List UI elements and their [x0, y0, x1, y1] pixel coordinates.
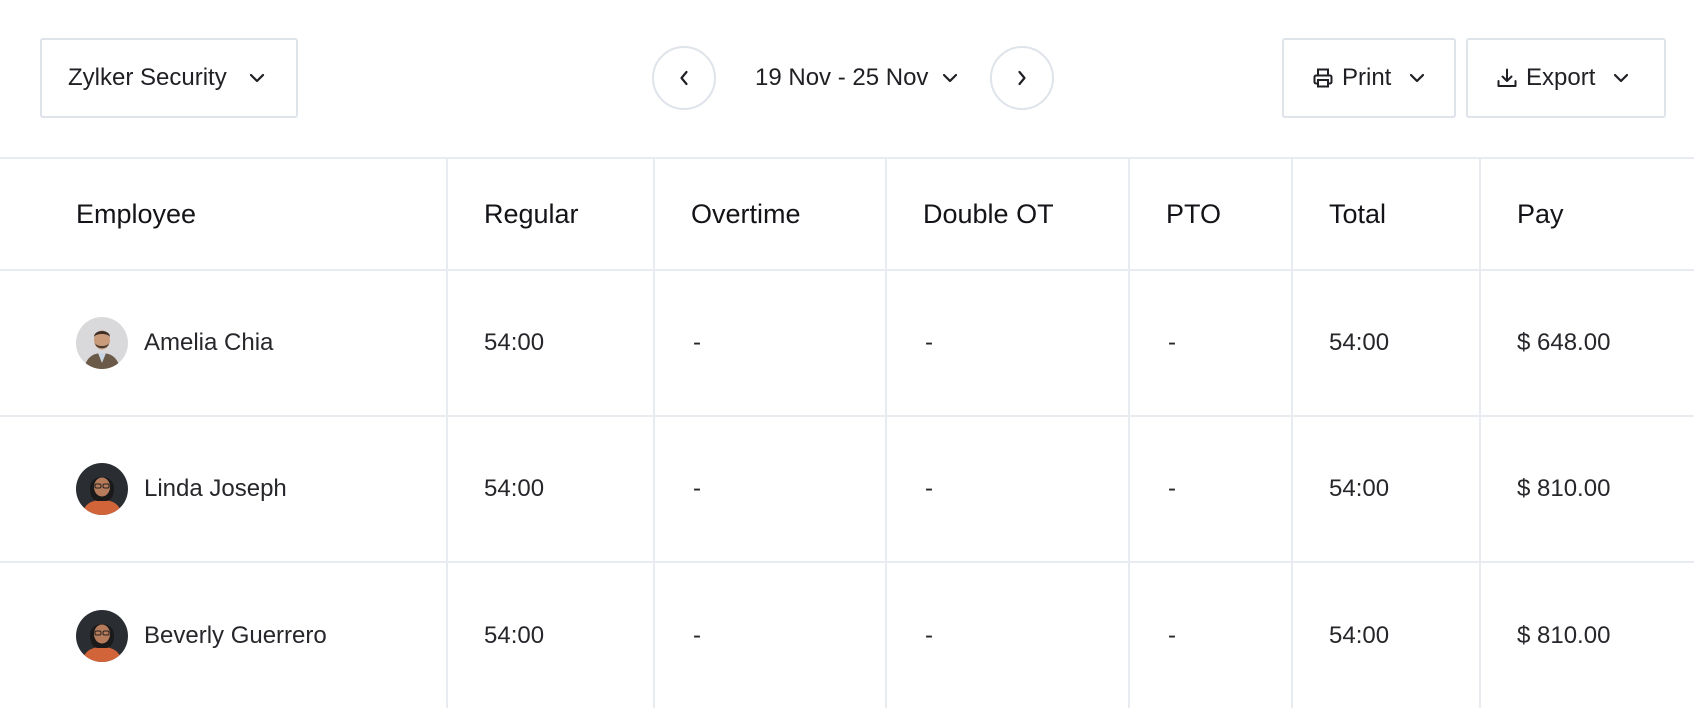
column-header-pto[interactable]: PTO — [1128, 157, 1293, 271]
chevron-right-icon — [1017, 70, 1027, 86]
column-header-overtime[interactable]: Overtime — [653, 157, 887, 271]
table-header-row: Employee Regular Overtime Double OT PTO … — [0, 157, 1694, 271]
employee-name: Linda Joseph — [144, 475, 287, 502]
chevron-down-icon — [249, 73, 265, 83]
print-button[interactable]: Print — [1282, 38, 1456, 118]
employee-cell[interactable]: Linda Joseph — [0, 415, 448, 563]
double-ot-cell: - — [885, 561, 1130, 708]
total-hours-cell: 54:00 — [1291, 415, 1481, 563]
total-hours-cell: 54:00 — [1291, 269, 1481, 417]
table-row[interactable]: Beverly Guerrero 54:00 - - - 54:00 $ 810… — [0, 561, 1694, 708]
pto-cell: - — [1128, 561, 1293, 708]
download-icon — [1496, 67, 1518, 89]
overtime-cell: - — [653, 561, 887, 708]
avatar — [76, 317, 128, 369]
regular-hours-cell: 54:00 — [446, 415, 655, 563]
column-header-double-ot[interactable]: Double OT — [885, 157, 1130, 271]
company-select-label: Zylker Security — [68, 64, 227, 91]
pay-cell: $ 810.00 — [1479, 561, 1694, 708]
table-row[interactable]: Linda Joseph 54:00 - - - 54:00 $ 810.00 — [0, 415, 1694, 563]
double-ot-cell: - — [885, 415, 1130, 563]
column-header-employee[interactable]: Employee — [0, 157, 448, 271]
company-select[interactable]: Zylker Security — [40, 38, 298, 118]
chevron-down-icon — [1613, 73, 1629, 83]
employee-cell[interactable]: Amelia Chia — [0, 269, 448, 417]
pto-cell: - — [1128, 269, 1293, 417]
timesheet-table: Employee Regular Overtime Double OT PTO … — [0, 157, 1694, 708]
date-range-picker[interactable]: 19 Nov - 25 Nov — [755, 60, 958, 96]
column-header-regular[interactable]: Regular — [446, 157, 655, 271]
total-hours-cell: 54:00 — [1291, 561, 1481, 708]
next-week-button[interactable] — [990, 46, 1054, 110]
pay-cell: $ 810.00 — [1479, 415, 1694, 563]
export-button[interactable]: Export — [1466, 38, 1666, 118]
overtime-cell: - — [653, 415, 887, 563]
employee-cell[interactable]: Beverly Guerrero — [0, 561, 448, 708]
column-header-pay[interactable]: Pay — [1479, 157, 1694, 271]
previous-week-button[interactable] — [652, 46, 716, 110]
regular-hours-cell: 54:00 — [446, 269, 655, 417]
chevron-down-icon — [942, 73, 958, 83]
chevron-down-icon — [1409, 73, 1425, 83]
chevron-left-icon — [679, 70, 689, 86]
toolbar: Zylker Security 19 Nov - 25 Nov Print Ex… — [0, 0, 1706, 157]
avatar — [76, 609, 128, 662]
avatar — [76, 463, 128, 515]
print-label: Print — [1342, 64, 1392, 91]
employee-name: Beverly Guerrero — [144, 621, 327, 649]
double-ot-cell: - — [885, 269, 1130, 417]
pay-cell: $ 648.00 — [1479, 269, 1694, 417]
employee-name: Amelia Chia — [144, 329, 274, 356]
printer-icon — [1312, 67, 1334, 89]
export-label: Export — [1526, 64, 1596, 91]
date-range-label: 19 Nov - 25 Nov — [755, 64, 929, 91]
table-row[interactable]: Amelia Chia 54:00 - - - 54:00 $ 648.00 — [0, 269, 1694, 417]
overtime-cell: - — [653, 269, 887, 417]
regular-hours-cell: 54:00 — [446, 561, 655, 708]
pto-cell: - — [1128, 415, 1293, 563]
column-header-total[interactable]: Total — [1291, 157, 1481, 271]
